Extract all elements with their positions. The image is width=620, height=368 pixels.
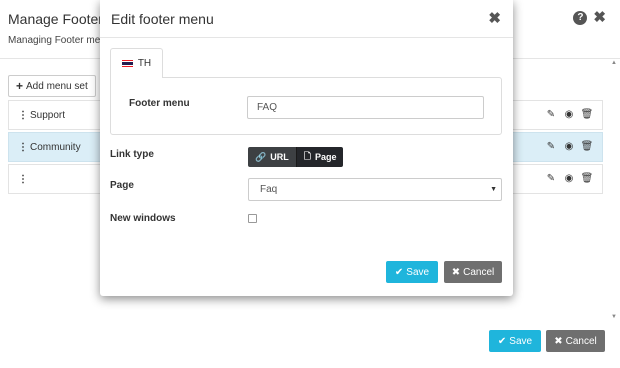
check-icon: ✔ xyxy=(497,335,507,347)
page-option-label: Page xyxy=(314,152,337,162)
help-icon[interactable]: ? xyxy=(573,11,588,25)
edit-footer-menu-modal: Edit footer menu ✖ TH Footer menu Link t… xyxy=(100,0,513,296)
modal-divider xyxy=(100,37,513,38)
cancel-label: Cancel xyxy=(463,266,495,278)
chevron-down-icon: ▼ xyxy=(490,186,497,193)
save-button[interactable]: ✔ Save xyxy=(489,330,541,352)
save-label: Save xyxy=(509,335,533,347)
panel-subtitle: Managing Footer me xyxy=(8,35,101,46)
drag-handle-icon[interactable]: ⋮ xyxy=(18,110,28,121)
drag-handle-icon[interactable]: ⋮ xyxy=(18,174,28,185)
row-actions: ✎ ◉ 🗑 xyxy=(546,109,594,120)
scrollbar[interactable]: ▲ ▼ xyxy=(610,58,618,320)
trash-icon[interactable]: 🗑 xyxy=(581,141,594,152)
page-selected-value: Faq xyxy=(260,184,278,195)
new-windows-checkbox[interactable] xyxy=(248,214,257,223)
scroll-up-arrow-icon[interactable]: ▲ xyxy=(610,60,618,66)
eye-icon[interactable]: ◉ xyxy=(564,173,574,184)
page-select[interactable]: Faq ▼ xyxy=(248,178,502,201)
edit-icon[interactable]: ✎ xyxy=(546,141,556,152)
edit-icon[interactable]: ✎ xyxy=(546,109,556,120)
row-actions: ✎ ◉ 🗑 xyxy=(546,173,594,184)
check-icon: ✔ xyxy=(394,266,404,278)
eye-icon[interactable]: ◉ xyxy=(564,109,574,120)
modal-cancel-button[interactable]: ✖ Cancel xyxy=(444,261,502,283)
plus-icon: + xyxy=(16,79,24,93)
modal-close-icon[interactable]: ✖ xyxy=(488,9,501,27)
thai-flag-icon xyxy=(121,60,133,67)
cross-icon: ✖ xyxy=(451,266,461,278)
link-type-page-button[interactable]: 🗋 Page xyxy=(295,147,344,167)
close-icon[interactable]: ✖ xyxy=(593,10,606,25)
tab-pane: Footer menu xyxy=(110,77,502,135)
panel-header-icons: ? ✖ xyxy=(573,10,606,25)
row-actions: ✎ ◉ 🗑 xyxy=(546,141,594,152)
footer-menu-label: Footer menu xyxy=(129,98,190,109)
footer-menu-input[interactable] xyxy=(247,96,484,119)
drag-handle-icon[interactable]: ⋮ xyxy=(18,142,28,153)
modal-save-button[interactable]: ✔ Save xyxy=(386,261,438,283)
link-type-label: Link type xyxy=(110,149,154,160)
scroll-down-arrow-icon[interactable]: ▼ xyxy=(610,314,618,320)
add-menu-set-button[interactable]: + Add menu set xyxy=(8,75,96,97)
cancel-label: Cancel xyxy=(565,335,597,347)
menu-set-label: Support xyxy=(30,109,66,121)
url-label: URL xyxy=(270,152,289,162)
file-icon: 🗋 xyxy=(303,151,311,161)
trash-icon[interactable]: 🗑 xyxy=(581,109,594,120)
cancel-button[interactable]: ✖ Cancel xyxy=(546,330,605,352)
edit-icon[interactable]: ✎ xyxy=(546,173,556,184)
menu-set-label: Community xyxy=(30,141,81,153)
link-type-toggle: 🔗 URL 🗋 Page xyxy=(248,147,344,167)
link-type-url-button[interactable]: 🔗 URL xyxy=(248,147,296,167)
save-label: Save xyxy=(406,266,430,278)
link-icon: 🔗 xyxy=(255,151,267,162)
trash-icon[interactable]: 🗑 xyxy=(581,173,594,184)
modal-title: Edit footer menu xyxy=(111,11,214,27)
new-windows-label: New windows xyxy=(110,213,176,224)
eye-icon[interactable]: ◉ xyxy=(564,141,574,152)
add-menu-set-label: Add menu set xyxy=(26,80,88,92)
page-label: Page xyxy=(110,180,134,191)
tab-th[interactable]: TH xyxy=(110,48,163,78)
tab-label: TH xyxy=(137,58,152,69)
cross-icon: ✖ xyxy=(554,335,563,347)
